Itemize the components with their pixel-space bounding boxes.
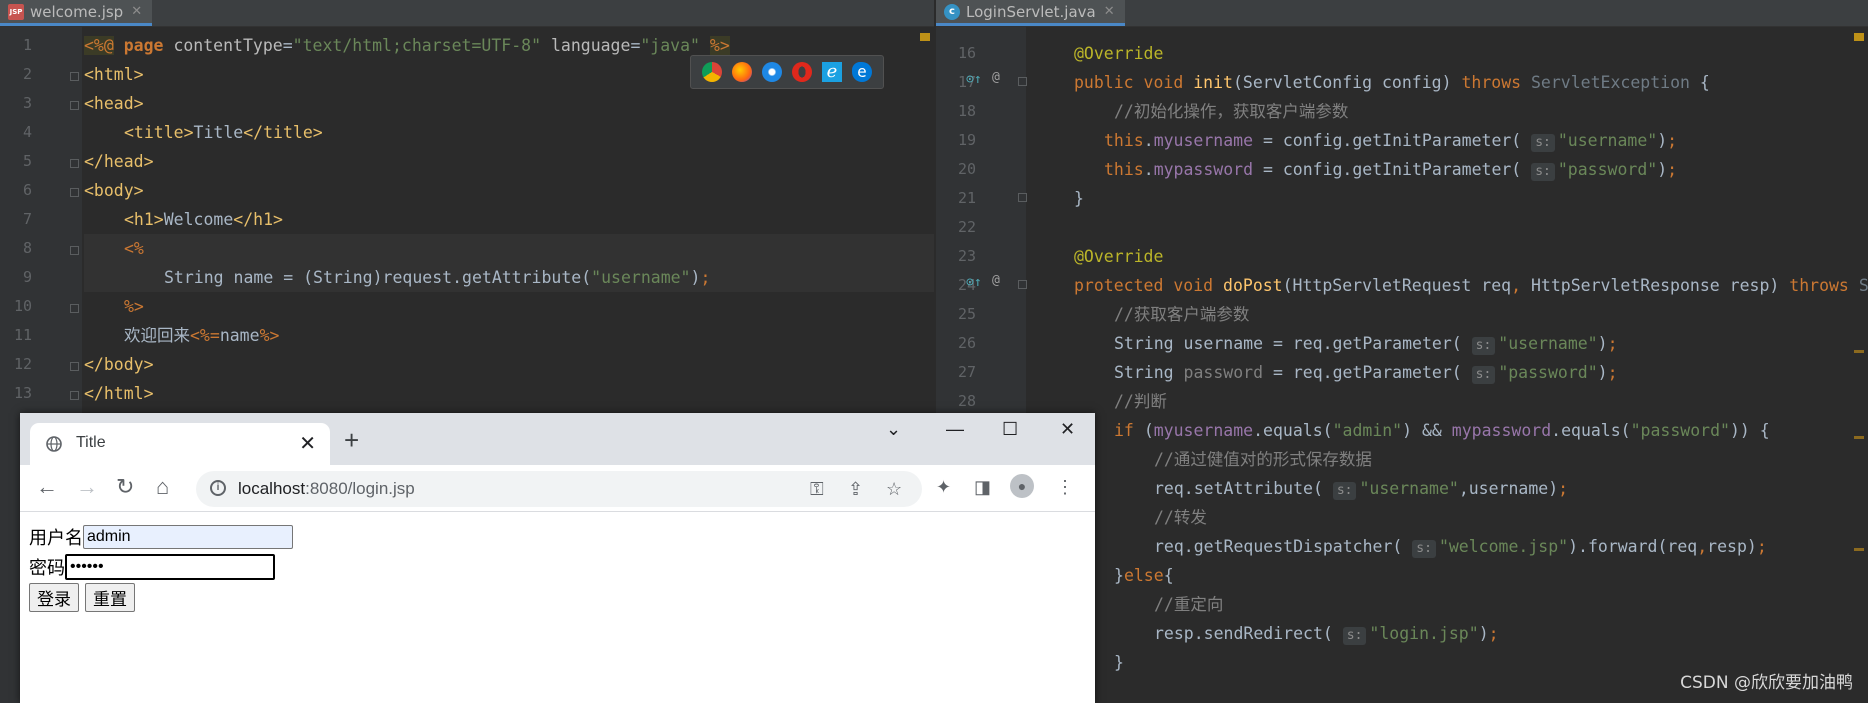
back-icon[interactable]: ← <box>36 475 58 499</box>
home-icon[interactable]: ⌂ <box>156 475 169 499</box>
page-content: 用户名 密码 登录 重置 <box>20 512 1095 703</box>
fold-marker-icon[interactable] <box>70 304 79 313</box>
code-line: 9 String name = (String)request.getAttrib… <box>23 263 934 292</box>
code-line: 20 this.mypassword = config.getInitParame… <box>957 160 1678 181</box>
annotation-icon[interactable]: @ <box>992 70 1000 85</box>
code-line: 25//获取客户端参数 <box>957 305 1250 324</box>
fold-marker-icon[interactable] <box>70 246 79 255</box>
open-in-browser-bar: e e <box>690 55 884 89</box>
code-line: 11 欢迎回来<%=name%> <box>13 326 280 345</box>
fold-marker-icon[interactable] <box>70 101 79 110</box>
new-tab-icon[interactable]: + <box>344 425 359 456</box>
reload-icon[interactable]: ↻ <box>116 475 134 499</box>
code-line: 26 String username = req.getParameter( s:… <box>957 334 1618 355</box>
minimize-icon[interactable]: — <box>946 419 964 440</box>
bookmark-star-icon[interactable]: ☆ <box>886 479 902 500</box>
fold-marker-icon[interactable] <box>70 72 79 81</box>
code-line: 21} <box>957 189 1084 208</box>
browser-tab-title: Title <box>76 434 106 451</box>
code-line: 19 this.myusername = config.getInitParame… <box>957 131 1678 152</box>
jsp-file-icon: JSP <box>8 3 24 20</box>
watermark: CSDN @欣欣要加油鸭 <box>1680 673 1853 693</box>
close-tab-icon[interactable]: ✕ <box>299 431 316 456</box>
extensions-icon[interactable]: ✦ <box>936 477 951 498</box>
code-line: 10 %> <box>13 297 144 316</box>
code-line: 3 <head> <box>22 94 144 113</box>
close-window-icon[interactable]: ✕ <box>1060 419 1075 440</box>
globe-icon <box>46 436 62 452</box>
code-line: 5 </head> <box>22 152 154 171</box>
site-info-icon[interactable]: i <box>210 480 226 496</box>
username-label: 用户名 <box>29 528 83 548</box>
close-icon[interactable]: ✕ <box>1104 4 1115 19</box>
edge-icon[interactable]: e <box>852 62 872 82</box>
tab-welcome-jsp[interactable]: JSP welcome.jsp ✕ <box>0 0 153 26</box>
reset-button[interactable]: 重置 <box>85 582 135 612</box>
code-line: 7 <h1>Welcome</h1> <box>22 210 283 229</box>
code-line: 8 <% <box>23 234 934 263</box>
tab-loginservlet-java[interactable]: c LoginServlet.java ✕ <box>936 0 1125 26</box>
profile-avatar-icon[interactable]: ● <box>1010 474 1034 498</box>
fold-marker-icon[interactable] <box>1018 193 1027 202</box>
firefox-icon[interactable] <box>732 62 752 82</box>
button-row: 登录 重置 <box>29 582 1086 612</box>
warning-marker[interactable] <box>1854 548 1864 551</box>
code-line: 6 <body> <box>22 181 144 200</box>
code-line: 16 @Override <box>957 44 1164 63</box>
code-line: 23 @Override <box>957 247 1164 266</box>
browser-toolbar: ← → ↻ ⌂ i localhost:8080/login.jsp ⚿ ⇪ ☆… <box>20 465 1095 512</box>
code-line: 22 <box>957 218 976 236</box>
warning-marker[interactable] <box>1854 33 1864 41</box>
url-text[interactable]: localhost:8080/login.jsp <box>238 479 415 499</box>
fold-marker-icon[interactable] <box>1018 280 1027 289</box>
fold-marker-icon[interactable] <box>70 391 79 400</box>
password-label: 密码 <box>29 558 65 578</box>
address-bar[interactable]: i localhost:8080/login.jsp ⚿ ⇪ ☆ <box>196 471 922 507</box>
menu-dots-icon[interactable]: ⋮ <box>1056 477 1074 498</box>
chrome-icon[interactable] <box>702 62 722 82</box>
forward-icon[interactable]: → <box>76 475 98 499</box>
left-tabbar: JSP welcome.jsp ✕ <box>0 0 934 27</box>
override-method-icon[interactable]: ⊙↑ <box>966 275 982 290</box>
code-line: 13 </html> <box>13 384 154 403</box>
browser-tab[interactable]: Title ✕ <box>30 423 330 465</box>
browser-tabstrip: Title ✕ + ⌄ — ☐ ✕ <box>20 413 1095 465</box>
override-method-icon[interactable]: ⊙↑ <box>966 72 982 87</box>
share-icon[interactable]: ⇪ <box>848 479 863 500</box>
right-tabbar: c LoginServlet.java ✕ <box>936 0 1868 27</box>
side-panel-icon[interactable]: ◨ <box>974 477 991 498</box>
code-line: 28//判断 <box>957 392 1167 411</box>
browser-window[interactable]: Title ✕ + ⌄ — ☐ ✕ ← → ↻ ⌂ i localhost:80… <box>20 413 1095 703</box>
username-input[interactable] <box>83 525 293 549</box>
code-line: 27 String password = req.getParameter( s:… <box>957 363 1618 384</box>
tab-label: welcome.jsp <box>30 2 124 21</box>
opera-icon[interactable] <box>792 62 812 82</box>
username-row: 用户名 <box>29 522 1086 552</box>
code-line: 17 public void init(ServletConfig config)… <box>957 73 1710 92</box>
code-line: 4 <title>Title</title> <box>22 123 323 142</box>
safari-icon[interactable] <box>762 62 782 82</box>
warning-marker[interactable] <box>1854 350 1864 353</box>
fold-marker-icon[interactable] <box>70 362 79 371</box>
close-icon[interactable]: ✕ <box>131 4 142 19</box>
login-button[interactable]: 登录 <box>29 582 79 612</box>
fold-marker-icon[interactable] <box>1018 77 1027 86</box>
tab-search-icon[interactable]: ⌄ <box>886 419 901 440</box>
warning-marker[interactable] <box>1854 436 1864 439</box>
ie-icon[interactable]: e <box>822 62 842 82</box>
code-line: 18//初始化操作，获取客户端参数 <box>957 102 1349 121</box>
tab-label: LoginServlet.java <box>966 2 1096 21</box>
annotation-icon[interactable]: @ <box>992 273 1000 288</box>
maximize-icon[interactable]: ☐ <box>1002 419 1018 440</box>
password-row: 密码 <box>29 552 1086 582</box>
password-input[interactable] <box>65 554 275 580</box>
java-class-icon: c <box>944 3 960 20</box>
code-line: 12 </body> <box>13 355 154 374</box>
code-line: 24 protected void doPost(HttpServletReque… <box>957 276 1868 295</box>
warning-marker[interactable] <box>920 33 930 41</box>
fold-marker-icon[interactable] <box>70 188 79 197</box>
fold-marker-icon[interactable] <box>70 159 79 168</box>
key-icon[interactable]: ⚿ <box>810 479 824 500</box>
